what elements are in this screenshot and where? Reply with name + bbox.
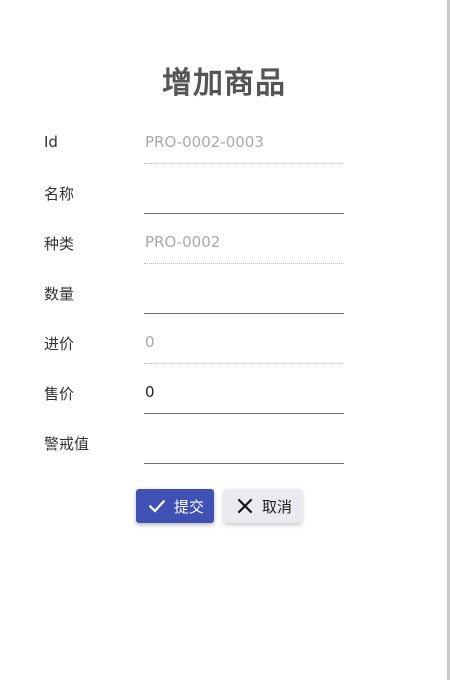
- form-row-sale-price: 售价 0: [0, 374, 448, 414]
- quantity-label: 数量: [44, 285, 75, 303]
- add-product-page: 增加商品 Id PRO-0002-0003 名称 种类 PRO-0002 数量 …: [0, 0, 450, 680]
- cancel-button[interactable]: 取消: [224, 489, 302, 523]
- submit-button[interactable]: 提交: [136, 489, 214, 523]
- page-title: 增加商品: [162, 66, 286, 101]
- sale-price-value: 0: [145, 383, 155, 401]
- check-icon: [147, 496, 167, 516]
- cancel-label: 取消: [262, 497, 293, 516]
- alert-value-input[interactable]: [144, 424, 344, 464]
- purchase-price-field: 0: [144, 324, 344, 364]
- close-icon: [235, 496, 255, 516]
- id-field: PRO-0002-0003: [144, 124, 344, 164]
- purchase-price-label: 进价: [44, 335, 75, 353]
- sale-price-input[interactable]: 0: [144, 374, 344, 414]
- quantity-input[interactable]: [144, 274, 344, 314]
- alert-value-label: 警戒值: [44, 435, 90, 453]
- form-row-purchase-price: 进价 0: [0, 324, 448, 364]
- name-label: 名称: [44, 185, 75, 203]
- id-label: Id: [44, 133, 58, 151]
- name-input[interactable]: [144, 174, 344, 214]
- category-field: PRO-0002: [144, 224, 344, 264]
- id-value: PRO-0002-0003: [145, 133, 264, 151]
- category-label: 种类: [44, 235, 75, 253]
- form-row-id: Id PRO-0002-0003: [0, 124, 448, 164]
- form-row-quantity: 数量: [0, 274, 448, 314]
- submit-label: 提交: [174, 497, 205, 516]
- form-row-category: 种类 PRO-0002: [0, 224, 448, 264]
- sale-price-label: 售价: [44, 385, 75, 403]
- category-value: PRO-0002: [145, 233, 221, 251]
- form-row-name: 名称: [0, 174, 448, 214]
- form-row-alert-value: 警戒值: [0, 424, 448, 464]
- purchase-price-value: 0: [145, 333, 155, 351]
